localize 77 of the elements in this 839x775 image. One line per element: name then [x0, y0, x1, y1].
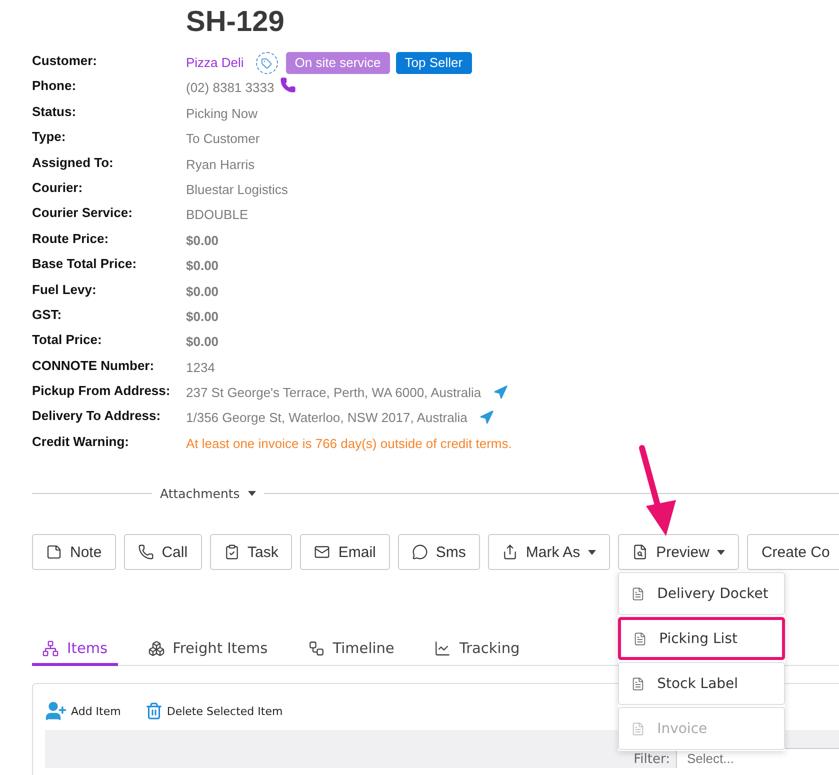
- field-label: Phone:: [32, 77, 78, 96]
- add-user-icon: [45, 700, 67, 722]
- field-label: Customer:: [32, 52, 98, 70]
- field-label: Fuel Levy:: [32, 280, 98, 299]
- filter-label: Filter:: [634, 752, 670, 768]
- pdf-file-icon: [633, 632, 648, 646]
- field-label: Courier Service:: [32, 204, 134, 222]
- field-value: 1/356 George St, Waterloo, NSW 2017, Australia: [186, 409, 468, 428]
- tag-badge: Top Seller: [396, 52, 472, 74]
- chat-icon: [412, 544, 428, 560]
- action-button[interactable]: Call: [124, 534, 202, 570]
- sitemap-icon: [42, 640, 59, 658]
- document-search-icon: [632, 544, 648, 560]
- tab[interactable]: Freight Items: [138, 640, 278, 666]
- phone-icon: [138, 544, 154, 560]
- field-value: Ryan Harris: [186, 156, 255, 174]
- field-label: Assigned To:: [32, 154, 114, 172]
- caret-icon: [248, 491, 256, 496]
- phone-icon[interactable]: [280, 77, 296, 94]
- field-label: Route Price:: [32, 230, 110, 248]
- field-value: $0.00: [186, 308, 219, 326]
- pdf-file-icon: [631, 676, 646, 691]
- field-label: Total Price:: [32, 331, 103, 350]
- tab[interactable]: Tracking: [424, 640, 530, 666]
- field-value: 237 St George's Terrace, Perth, WA 6000, Australia: [186, 384, 482, 402]
- field-label: Courier:: [32, 178, 84, 197]
- share-icon: [502, 544, 518, 560]
- chart-icon: [434, 640, 452, 658]
- field-value: Bluestar Logistics: [186, 180, 288, 199]
- add-item-button[interactable]: Add Item: [45, 700, 121, 722]
- action-button[interactable]: Sms: [398, 534, 480, 570]
- attachments-toggle[interactable]: Attachments: [160, 486, 240, 502]
- tag-badge: On site service: [286, 52, 390, 74]
- workflow-icon: [308, 640, 325, 658]
- tab[interactable]: Timeline: [298, 640, 404, 666]
- field-value: $0.00: [186, 232, 219, 250]
- pdf-file-icon: [631, 586, 646, 601]
- field-value: $0.00: [186, 333, 219, 352]
- delete-item-button[interactable]: Delete Selected Item: [144, 702, 283, 720]
- action-button[interactable]: Note: [32, 534, 116, 570]
- trash-icon: [144, 702, 163, 720]
- action-button[interactable]: Mark As: [488, 534, 610, 570]
- field-label: Base Total Price:: [32, 255, 138, 274]
- field-label: Type:: [32, 128, 67, 146]
- field-label: Credit Warning:: [32, 432, 130, 451]
- envelope-icon: [314, 544, 330, 560]
- boxes-icon: [148, 640, 165, 658]
- customer-link[interactable]: Pizza Deli: [186, 52, 244, 74]
- field-label: Status:: [32, 102, 78, 121]
- action-button[interactable]: Preview: [618, 534, 740, 570]
- menu-item[interactable]: Picking List: [618, 617, 786, 660]
- tab[interactable]: Items: [32, 640, 118, 666]
- action-button[interactable]: Task: [210, 534, 292, 570]
- filter-field[interactable]: Select...: [676, 748, 839, 768]
- menu-item[interactable]: Stock Label: [618, 662, 786, 706]
- field-value: To Customer: [186, 130, 260, 148]
- field-value: At least one invoice is 766 day(s) outside of credit terms.: [186, 434, 512, 453]
- menu-item[interactable]: Delivery Docket: [618, 572, 786, 616]
- field-value: BDOUBLE: [186, 206, 248, 224]
- action-button[interactable]: Create Co: [747, 534, 839, 570]
- field-label: CONNOTE Number:: [32, 356, 156, 375]
- shipment-title: SH-129: [186, 5, 286, 40]
- field-label: Pickup From Address:: [32, 382, 172, 400]
- tag-icon[interactable]: [256, 52, 278, 74]
- pdf-file-icon: [631, 722, 646, 736]
- field-value: $0.00: [186, 282, 219, 301]
- field-value: (02) 8381 3333: [186, 79, 274, 98]
- field-value: Picking Now: [186, 104, 258, 123]
- note-icon: [46, 544, 62, 560]
- field-label: GST:: [32, 306, 63, 324]
- field-value: 1234: [186, 358, 215, 377]
- navigation-icon[interactable]: [479, 410, 494, 426]
- clipboard-icon: [224, 544, 240, 560]
- action-button[interactable]: Email: [300, 534, 390, 570]
- field-value: $0.00: [186, 257, 219, 276]
- navigation-icon[interactable]: [493, 385, 508, 400]
- field-label: Delivery To Address:: [32, 407, 162, 426]
